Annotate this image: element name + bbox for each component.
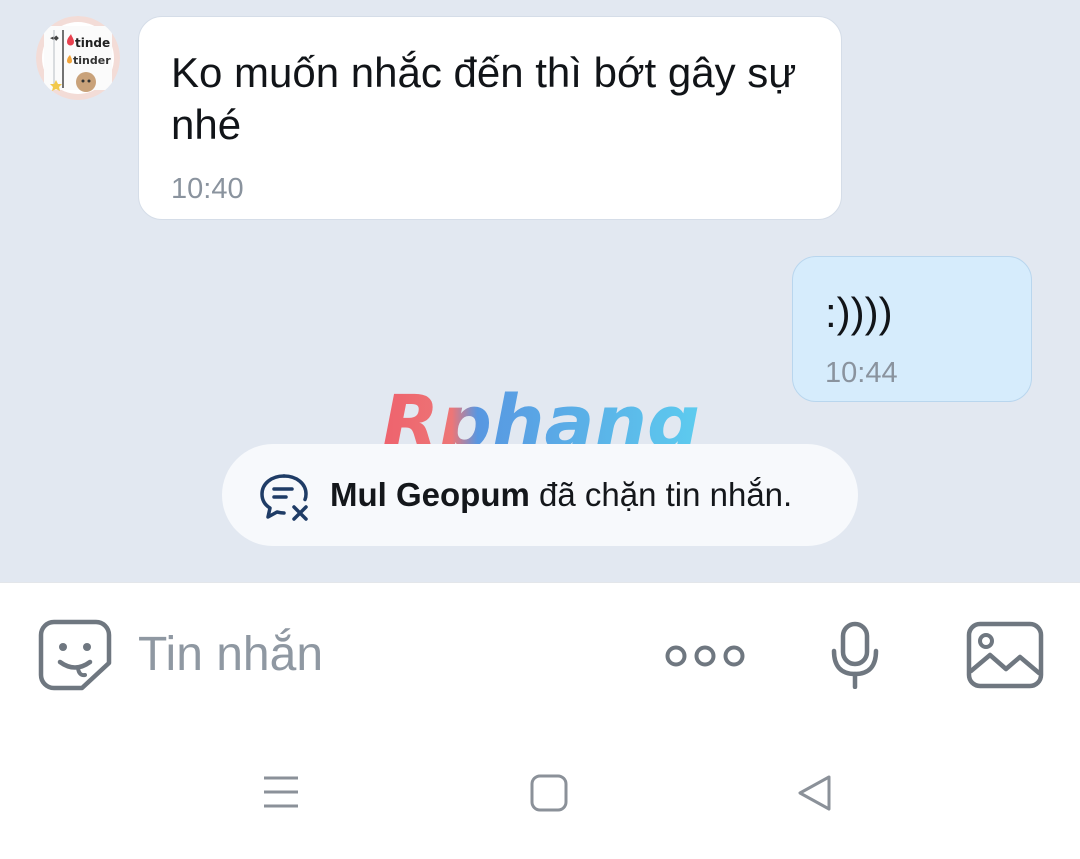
incoming-message-bubble[interactable]: Ko muốn nhắc đến thì bớt gây sự nhé 10:4… [138,16,842,220]
contact-avatar[interactable]: tinde tinder ◂◆ [36,16,120,100]
blocked-notice-text: Mul Geopum đã chặn tin nhắn. [330,444,792,546]
svg-text:◂◆: ◂◆ [50,34,60,42]
microphone-icon[interactable] [830,621,880,689]
notice-message: đã chặn tin nhắn. [529,476,793,513]
avatar-text-2: tinder [73,54,111,67]
home-square-icon[interactable] [530,774,568,812]
message-time: 10:40 [171,173,244,205]
menu-lines-icon[interactable] [262,774,300,810]
system-navigation-bar [0,732,1080,859]
outgoing-message-bubble[interactable]: :)))) 10:44 [792,256,1032,402]
avatar-text-1: tinde [75,36,110,50]
back-triangle-icon[interactable] [796,774,834,812]
avatar-image: tinde tinder ◂◆ [36,16,120,100]
sticker-face-icon[interactable] [38,619,112,691]
message-text: Ko muốn nhắc đến thì bớt gây sự nhé [171,49,797,148]
image-gallery-icon[interactable] [966,621,1044,689]
message-composer: Tin nhắn [0,582,1080,733]
blocked-chat-icon [260,474,308,521]
message-text: :)))) [825,289,893,336]
contact-name: Mul Geopum [330,476,530,513]
more-dots-icon[interactable] [664,644,746,668]
message-input[interactable]: Tin nhắn [138,627,323,683]
chat-area: tinde tinder ◂◆ Ko muốn nhắc đến thì bớt… [0,0,1080,582]
blocked-notice: Mul Geopum đã chặn tin nhắn. [222,444,858,546]
message-time: 10:44 [825,357,898,389]
